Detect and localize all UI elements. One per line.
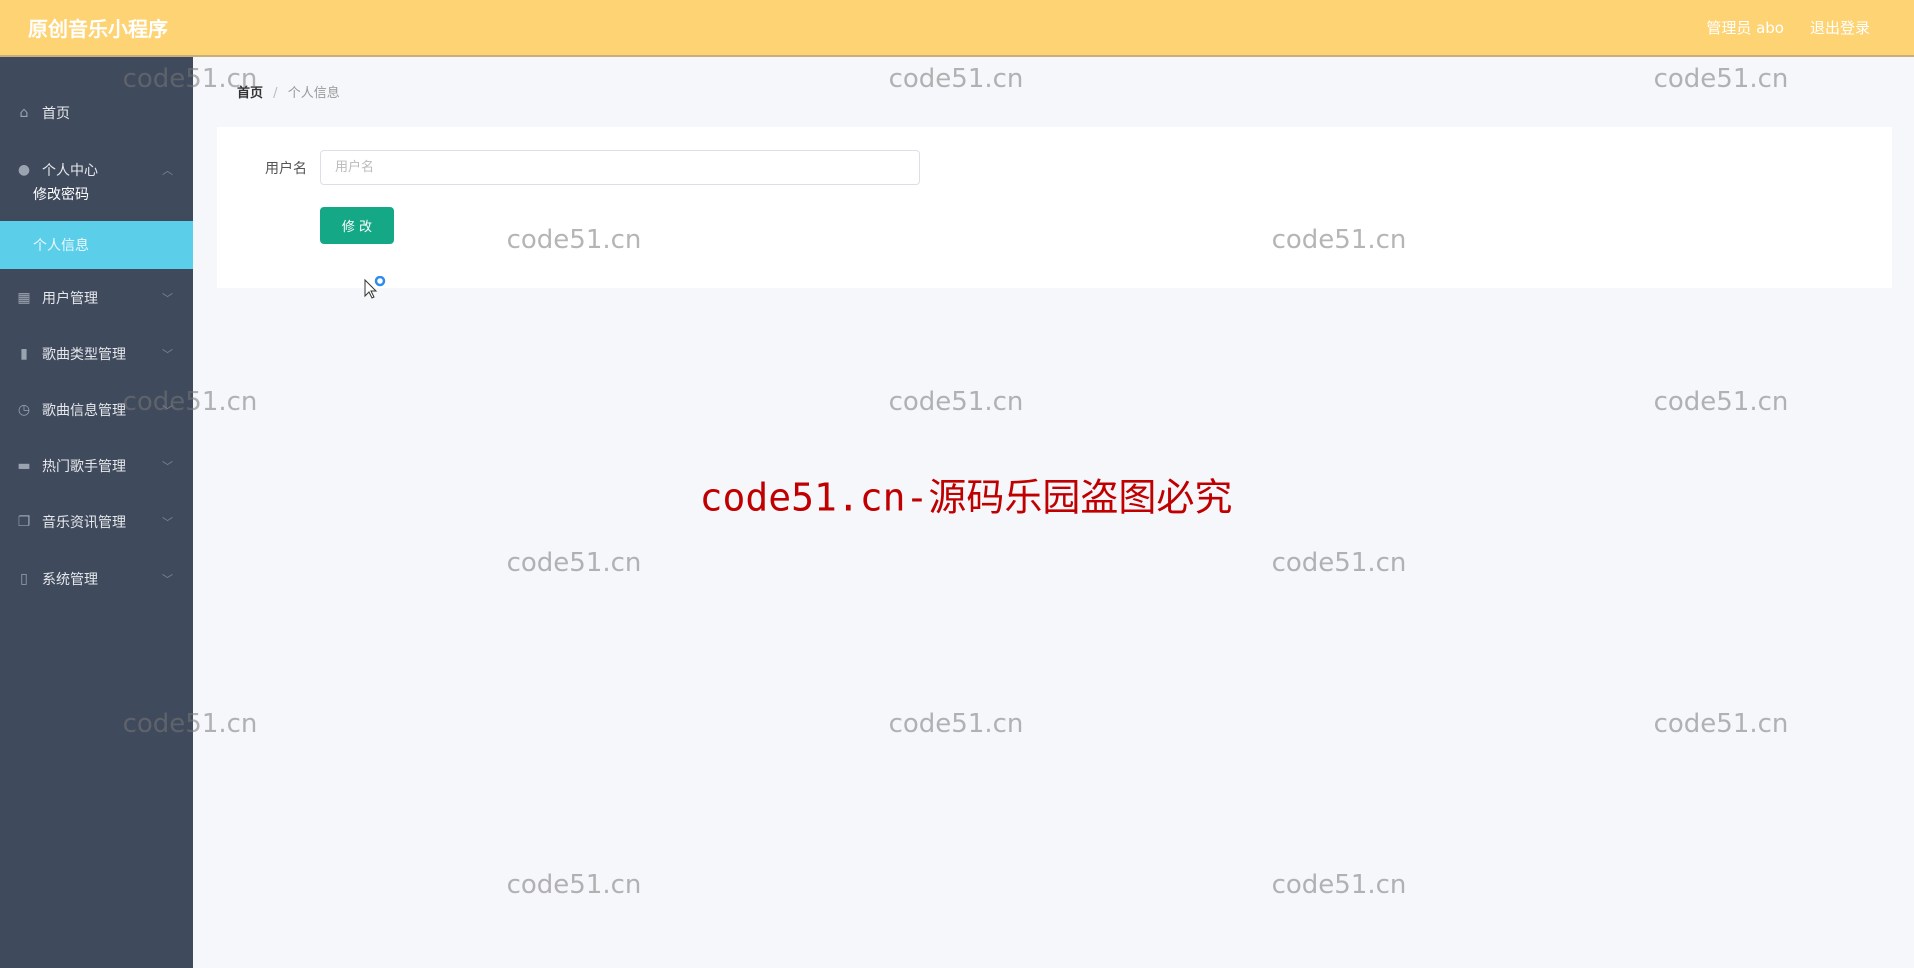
sidebar-item-home[interactable]: ⌂ 首页 — [0, 85, 193, 141]
app-title: 原创音乐小程序 — [28, 17, 168, 41]
watermark: code51.cn — [1653, 64, 1789, 94]
watermark: code51.cn — [506, 870, 642, 900]
briefcase-icon: ▬ — [17, 458, 31, 474]
chevron-down-icon: ﹀ — [162, 573, 173, 586]
watermark: code51.cn — [888, 64, 1024, 94]
sidebar-item-song-type-management[interactable]: ▮ 歌曲类型管理 ﹀ — [0, 326, 193, 382]
breadcrumb-separator: / — [273, 86, 278, 101]
sidebar-item-hot-singer-management[interactable]: ▬ 热门歌手管理 ﹀ — [0, 438, 193, 494]
chevron-down-icon: ﹀ — [162, 516, 173, 529]
sidebar-item-label: 个人信息 — [33, 238, 89, 254]
chevron-down-icon: ﹀ — [162, 404, 173, 417]
submit-button[interactable]: 修 改 — [320, 207, 394, 244]
sidebar-item-label: 修改密码 — [33, 187, 89, 203]
sidebar-subitem-personal-info[interactable]: 个人信息 — [0, 221, 193, 269]
sidebar-item-label: 歌曲类型管理 — [42, 347, 126, 363]
sidebar-item-user-management[interactable]: ▦ 用户管理 ﹀ — [0, 270, 193, 326]
current-user: 管理员 abo — [1706, 19, 1784, 37]
logout-link[interactable]: 退出登录 — [1810, 17, 1870, 38]
watermark: code51.cn — [1653, 387, 1789, 417]
watermark: code51.cn — [888, 387, 1024, 417]
grid-icon: ▦ — [17, 290, 31, 306]
top-header: 原创音乐小程序 管理员 abo 退出登录 — [0, 0, 1914, 57]
sidebar-item-system-management[interactable]: ▯ 系统管理 ﹀ — [0, 551, 193, 607]
watermark: code51.cn — [506, 548, 642, 578]
sidebar: ⌂ 首页 ● 个人中心 ︿ 修改密码 个人信息 ▦ 用户管理 ﹀ ▮ 歌曲类型管理 ﹀ ◷ 歌曲… — [0, 57, 193, 968]
sidebar-subitem-change-password[interactable]: 修改密码 — [0, 170, 193, 218]
sidebar-item-label: 用户管理 — [42, 291, 98, 307]
sidebar-item-label: 热门歌手管理 — [42, 459, 126, 475]
watermark: code51.cn — [1653, 709, 1789, 739]
mic-icon: ▯ — [20, 571, 28, 587]
compass-icon: ◷ — [17, 402, 31, 418]
watermark: code51.cn — [1271, 548, 1407, 578]
mouse-cursor-icon — [364, 276, 386, 299]
sidebar-item-label: 音乐资讯管理 — [42, 515, 126, 531]
sidebar-item-music-news-management[interactable]: ❐ 音乐资讯管理 ﹀ — [0, 494, 193, 550]
breadcrumb-current: 个人信息 — [287, 86, 340, 101]
chevron-down-icon: ﹀ — [162, 292, 173, 305]
sidebar-item-label: 歌曲信息管理 — [42, 403, 126, 419]
username-label: 用户名 — [265, 161, 307, 177]
watermark: code51.cn — [888, 709, 1024, 739]
breadcrumb: 首页 / 个人信息 — [237, 82, 340, 101]
chevron-down-icon: ﹀ — [162, 460, 173, 473]
home-icon: ⌂ — [19, 105, 29, 121]
sidebar-item-label: 系统管理 — [42, 572, 98, 588]
copy-icon: ❐ — [17, 514, 31, 530]
sidebar-item-song-info-management[interactable]: ◷ 歌曲信息管理 ﹀ — [0, 382, 193, 438]
chevron-down-icon: ﹀ — [162, 348, 173, 361]
bar-chart-icon: ▮ — [20, 346, 28, 362]
username-input[interactable] — [320, 150, 920, 185]
breadcrumb-home[interactable]: 首页 — [237, 86, 263, 101]
sidebar-item-label: 首页 — [42, 106, 70, 122]
watermark-banner: code51.cn-源码乐园盗图必究 — [699, 475, 1233, 520]
watermark: code51.cn — [1271, 870, 1407, 900]
